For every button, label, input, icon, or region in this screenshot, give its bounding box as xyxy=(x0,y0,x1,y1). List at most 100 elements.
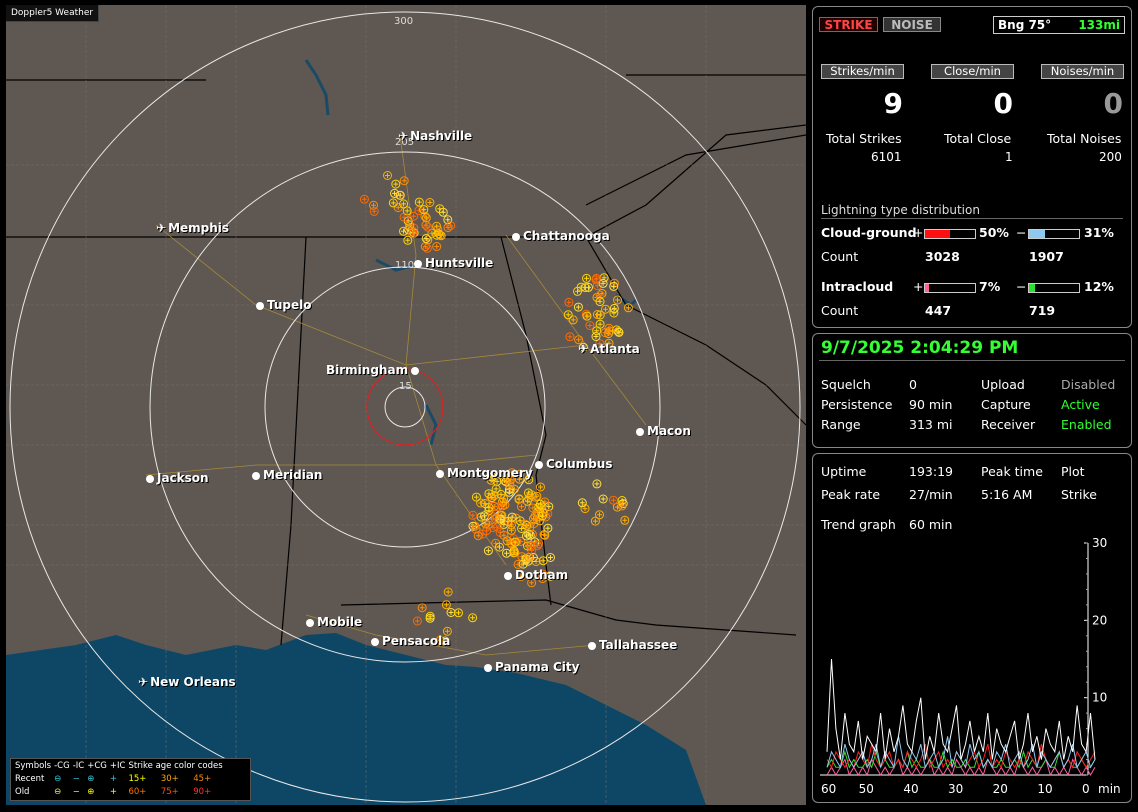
city-dot-icon xyxy=(436,470,444,478)
ring-label-15: 15 xyxy=(399,381,412,392)
close-per-min-value: 0 xyxy=(993,87,1013,120)
cg-positive-count: 3028 xyxy=(925,249,960,264)
strike-marker-cross xyxy=(497,544,502,550)
legend-age-recent-3: 45+ xyxy=(193,774,212,784)
symbol-legend: Symbols -CG -IC +CG +IC Strike age color… xyxy=(10,758,251,801)
peak-time-label: Peak time xyxy=(981,464,1043,479)
city-pensacola: Pensacola xyxy=(371,634,450,648)
x-tick-label: 10 xyxy=(1037,782,1052,796)
x-tick-label: 40 xyxy=(903,782,918,796)
trend-graph-value[interactable]: 60 min xyxy=(909,517,952,532)
close-per-min-button[interactable]: Close/min xyxy=(931,64,1014,79)
ic-positive-pct: 7% xyxy=(979,279,1001,294)
strike-marker-cross xyxy=(610,497,616,503)
cg-positive-pct: 50% xyxy=(979,225,1009,240)
city-name: Tupelo xyxy=(267,298,312,312)
bearing-readout: Bng 75° 133mi xyxy=(993,16,1125,34)
noises-per-min-button[interactable]: Noises/min xyxy=(1041,64,1124,79)
capture-value: Active xyxy=(1061,397,1100,412)
city-dot-icon xyxy=(411,367,420,375)
legend-age-old-1: 60+ xyxy=(128,787,147,797)
strike-marker-cross xyxy=(565,312,571,318)
strike-marker-cross xyxy=(603,306,608,312)
receiver-value: Enabled xyxy=(1061,417,1112,432)
legend-old-circle-plus-icon: ⊕ xyxy=(87,787,95,797)
strike-marker-cross xyxy=(401,228,406,234)
city-name: Columbus xyxy=(546,457,613,471)
noises-per-min-value: 0 xyxy=(1103,87,1123,120)
city-columbus: Columbus xyxy=(535,457,613,471)
rivers xyxy=(304,59,638,446)
y-tick-label: 10 xyxy=(1092,691,1107,705)
strike-marker-cross xyxy=(448,610,454,615)
city-dot-icon xyxy=(146,475,154,483)
map-canvas xyxy=(6,5,806,805)
strike-stats-panel: STRIKE NOISE Bng 75° 133mi Strikes/min C… xyxy=(812,6,1132,328)
city-tallahassee: Tallahassee xyxy=(588,638,677,652)
strike-mode-button[interactable]: STRIKE xyxy=(819,17,878,32)
strike-marker-cross xyxy=(597,299,603,305)
strike-marker-cross xyxy=(475,533,481,539)
strike-marker-cross xyxy=(575,288,580,294)
ic-negative-count: 719 xyxy=(1029,303,1056,318)
airport-icon: ✈ xyxy=(578,342,589,356)
total-noises-value: 200 xyxy=(1099,150,1122,164)
strike-marker-cross xyxy=(575,304,581,310)
city-name: Panama City xyxy=(495,660,580,674)
legend-circle-minus-icon: ⊖ xyxy=(54,774,62,784)
x-tick-label: 20 xyxy=(993,782,1008,796)
legend-type-ncg: -CG xyxy=(54,761,70,771)
strike-marker-cross xyxy=(622,517,628,523)
uptime-label: Uptime xyxy=(821,464,867,479)
city-atlanta: ✈ Atlanta xyxy=(578,342,640,356)
noise-mode-button[interactable]: NOISE xyxy=(883,17,941,32)
city-nashville: ✈ Nashville xyxy=(398,129,472,143)
ic-positive-fill xyxy=(925,284,929,292)
cg-negative-sign: − xyxy=(1016,225,1027,240)
x-tick-label: 0 xyxy=(1082,782,1090,796)
strikes-per-min-button[interactable]: Strikes/min xyxy=(821,64,904,79)
strike-marker-cross xyxy=(470,512,476,518)
city-name: Montgomery xyxy=(447,466,533,480)
strike-marker-cross xyxy=(583,285,588,291)
city-dot-icon xyxy=(512,233,520,241)
strike-marker-cross xyxy=(404,208,410,214)
legend-recent-label: Recent xyxy=(15,774,45,784)
ic-positive-count: 447 xyxy=(925,303,952,318)
cg-negative-count: 1907 xyxy=(1029,249,1064,264)
intracloud-label: Intracloud xyxy=(821,279,894,294)
y-tick-label: 20 xyxy=(1092,613,1107,627)
ic-negative-pct: 12% xyxy=(1084,279,1114,294)
city-name: Nashville xyxy=(410,129,473,143)
legend-age-recent-2: 30+ xyxy=(160,774,179,784)
city-birmingham: Birmingham xyxy=(326,363,420,377)
city-dot-icon xyxy=(414,260,422,268)
upload-value: Disabled xyxy=(1061,377,1116,392)
strike-marker-cross xyxy=(594,312,600,317)
strike-marker-cross xyxy=(519,504,524,510)
plot-label: Plot xyxy=(1061,464,1085,479)
total-close-label: Total Close xyxy=(944,131,1012,146)
x-unit-label: min xyxy=(1098,782,1120,796)
x-tick-label: 60 xyxy=(821,782,836,796)
status-divider xyxy=(819,360,1125,361)
strike-marker-cross xyxy=(445,589,451,595)
city-name: Huntsville xyxy=(425,256,494,270)
ic-negative-sign: − xyxy=(1016,279,1027,294)
y-tick-label: 30 xyxy=(1092,536,1107,550)
range-label: Range xyxy=(821,417,861,432)
uptime-value: 193:19 xyxy=(909,464,953,479)
peak-rate-value: 27/min xyxy=(909,487,953,502)
strike-marker-cross xyxy=(473,494,479,500)
cg-count-label: Count xyxy=(821,249,859,264)
strike-marker-cross xyxy=(597,512,602,518)
state-borders xyxy=(6,74,806,646)
strike-marker-cross xyxy=(493,486,499,492)
app-title: Doppler5 Weather xyxy=(6,5,100,22)
strike-marker-cross xyxy=(594,481,600,487)
strike-marker-cross xyxy=(545,525,551,531)
cg-negative-pct: 31% xyxy=(1084,225,1114,240)
plot-value[interactable]: Strike xyxy=(1061,487,1097,502)
radar-map[interactable]: Doppler5 Weather 300 205 110 15 ✈ Nashvil… xyxy=(6,5,806,805)
trend-series-line xyxy=(826,658,1096,760)
